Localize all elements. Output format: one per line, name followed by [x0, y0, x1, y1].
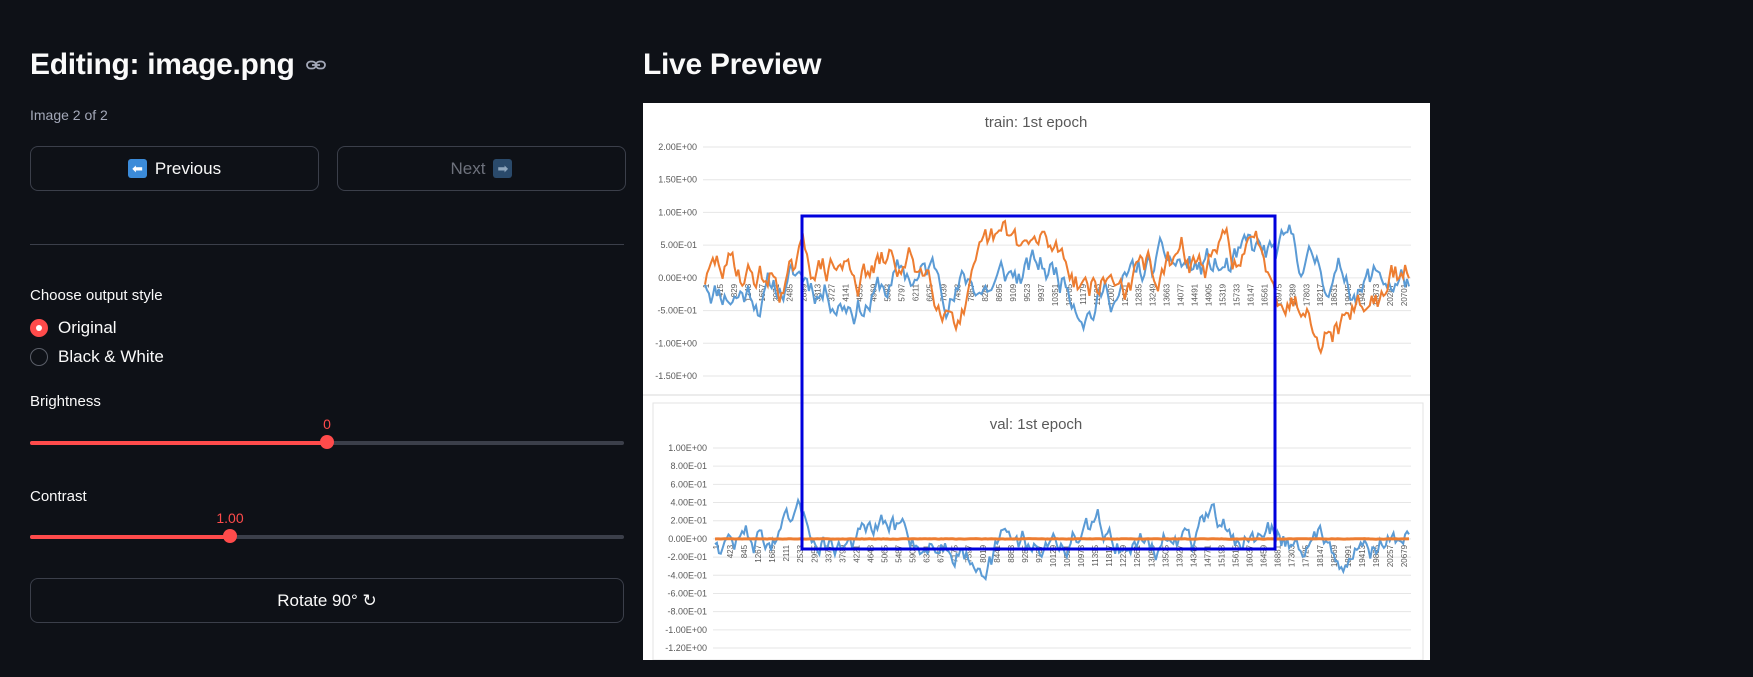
- y-tick-label: -2.00E-01: [667, 552, 707, 562]
- x-tick-label: 4643: [866, 544, 875, 562]
- divider: [30, 244, 624, 245]
- x-tick-label: 8019: [979, 544, 988, 562]
- x-tick-label: 5487: [895, 544, 904, 562]
- x-tick-label: 14491: [1191, 283, 1200, 306]
- y-tick-label: -5.00E-01: [657, 306, 697, 316]
- x-tick-label: 13663: [1163, 283, 1172, 306]
- x-tick-label: 4221: [852, 544, 861, 562]
- contrast-label: Contrast: [30, 488, 87, 505]
- x-tick-label: 20257: [1386, 544, 1395, 567]
- radio-original[interactable]: Original: [30, 318, 117, 338]
- next-button[interactable]: Next ➡: [337, 146, 626, 191]
- x-tick-label: 15733: [1232, 283, 1241, 306]
- brightness-value: 0: [323, 416, 331, 432]
- y-tick-label: 5.00E-01: [660, 240, 697, 250]
- x-tick-label: 16147: [1246, 283, 1255, 306]
- contrast-value: 1.00: [216, 510, 244, 526]
- slider-thumb[interactable]: [223, 529, 237, 543]
- x-tick-label: 18147: [1316, 544, 1325, 567]
- x-tick-label: 3727: [828, 283, 837, 301]
- x-tick-label: 20679: [1400, 544, 1409, 567]
- chart-title: train: 1st epoch: [985, 114, 1088, 131]
- y-tick-label: 1.00E+00: [668, 443, 707, 453]
- y-tick-label: -6.00E-01: [667, 588, 707, 598]
- radio-black-white[interactable]: Black & White: [30, 347, 164, 367]
- series-line: [714, 537, 1410, 541]
- rotate-button[interactable]: Rotate 90° ↻: [30, 578, 624, 623]
- next-button-label: Next: [450, 158, 486, 178]
- slider-fill: [30, 535, 230, 539]
- radio-button[interactable]: [30, 348, 48, 366]
- slider-thumb[interactable]: [320, 435, 334, 449]
- x-tick-label: 14077: [1177, 283, 1186, 306]
- y-tick-label: -1.00E+00: [665, 625, 707, 635]
- radio-label: Black & White: [58, 347, 164, 366]
- x-tick-label: 5065: [880, 544, 889, 562]
- x-tick-label: 17803: [1302, 283, 1311, 306]
- arrow-right-icon: ➡: [493, 159, 513, 178]
- chart-title: val: 1st epoch: [990, 416, 1083, 433]
- x-tick-label: 4141: [842, 283, 851, 301]
- editor-header: Editing: image.png: [30, 48, 327, 82]
- x-tick-label: 8695: [995, 283, 1004, 301]
- x-tick-label: 6211: [911, 283, 920, 301]
- brightness-slider[interactable]: [30, 435, 624, 449]
- link-icon[interactable]: [305, 54, 327, 76]
- y-tick-label: 4.00E-01: [670, 498, 707, 508]
- x-tick-label: 16561: [1260, 283, 1269, 306]
- y-tick-label: -8.00E-01: [667, 607, 707, 617]
- x-tick-label: 8863: [1007, 544, 1016, 562]
- y-tick-label: 1.50E+00: [658, 175, 697, 185]
- preview-image: train: 1st epoch val: 1st epoch 2.00E+00…: [643, 103, 1430, 660]
- image-counter: Image 2 of 2: [30, 107, 108, 123]
- x-tick-label: 14905: [1205, 283, 1214, 306]
- y-tick-label: 2.00E+00: [658, 142, 697, 152]
- previous-button[interactable]: ⬅ Previous: [30, 146, 319, 191]
- y-tick-label: -4.00E-01: [667, 570, 707, 580]
- previous-button-label: Previous: [154, 158, 222, 178]
- image-preview: train: 1st epoch val: 1st epoch 2.00E+00…: [643, 103, 1430, 660]
- x-tick-label: 829: [730, 283, 739, 297]
- x-tick-label: 845: [740, 544, 749, 558]
- x-tick-label: 5797: [897, 283, 906, 301]
- slider-fill: [30, 441, 327, 445]
- y-tick-label: -1.20E+00: [665, 643, 707, 653]
- y-tick-label: -1.50E+00: [655, 371, 697, 381]
- x-tick-label: 9523: [1023, 283, 1032, 301]
- x-tick-label: 9109: [1009, 283, 1018, 301]
- radio-button-checked[interactable]: [30, 319, 48, 337]
- output-style-label: Choose output style: [30, 287, 163, 304]
- contrast-slider[interactable]: [30, 529, 624, 543]
- y-tick-label: -1.00E+00: [655, 338, 697, 348]
- page-title: Editing: image.png: [30, 48, 295, 81]
- radio-label: Original: [58, 318, 117, 337]
- y-tick-label: 8.00E-01: [670, 461, 707, 471]
- y-tick-label: 2.00E-01: [670, 516, 707, 526]
- x-tick-label: 12835: [1135, 283, 1144, 306]
- preview-title: Live Preview: [643, 48, 822, 81]
- x-tick-label: 2111: [782, 544, 791, 561]
- y-tick-label: 0.00E+00: [668, 534, 707, 544]
- arrow-left-icon: ⬅: [127, 159, 147, 178]
- x-tick-label: 9937: [1037, 283, 1046, 301]
- y-tick-label: 6.00E-01: [670, 479, 707, 489]
- brightness-label: Brightness: [30, 393, 101, 410]
- x-tick-label: 15319: [1219, 283, 1228, 306]
- y-tick-label: 1.00E+00: [658, 207, 697, 217]
- y-tick-label: 0.00E+00: [658, 273, 697, 283]
